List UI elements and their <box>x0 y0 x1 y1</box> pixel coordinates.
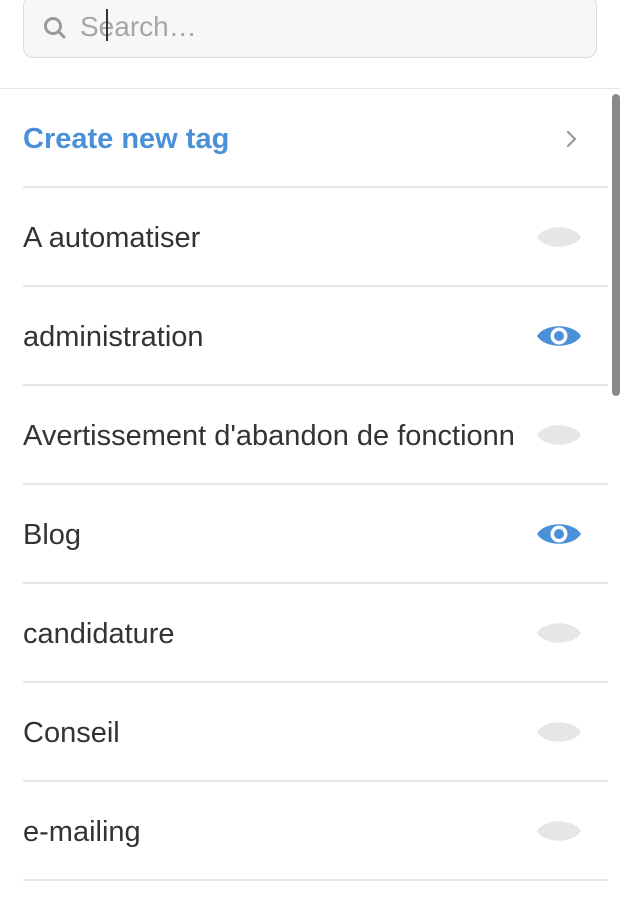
tag-label: Avertissement d'abandon de fonctionnalit… <box>23 420 513 452</box>
tag-label: Blog <box>23 519 82 551</box>
search-input[interactable] <box>80 7 580 47</box>
eye-icon[interactable] <box>535 221 583 253</box>
tag-row[interactable]: Blog <box>23 485 608 584</box>
tag-label: administration <box>23 321 204 353</box>
eye-icon[interactable] <box>535 716 583 748</box>
search-icon <box>44 17 66 39</box>
eye-outline <box>537 425 581 445</box>
tag-row[interactable]: administration <box>23 287 608 386</box>
tag-row[interactable]: Avertissement d'abandon de fonctionnalit… <box>23 386 608 485</box>
create-new-tag-label: Create new tag <box>23 123 230 155</box>
tag-label: e-mailing <box>23 816 141 848</box>
text-caret <box>106 9 108 41</box>
eye-outline <box>537 227 581 247</box>
tag-label: A automatiser <box>23 222 201 254</box>
tag-row[interactable]: A automatiser <box>23 188 608 287</box>
eye-outline <box>537 821 581 841</box>
eye-icon[interactable] <box>535 815 583 847</box>
eye-pupil <box>554 529 564 539</box>
eye-icon[interactable] <box>535 419 583 451</box>
chevron-right-icon <box>566 130 577 148</box>
tag-label: candidature <box>23 618 175 650</box>
scrollbar-thumb[interactable] <box>612 94 620 396</box>
tag-label: Conseil <box>23 717 120 749</box>
search-bar <box>0 0 620 89</box>
eye-icon[interactable] <box>535 617 583 649</box>
eye-pupil <box>554 331 564 341</box>
tag-row[interactable]: e-mailing <box>23 782 608 881</box>
tag-row[interactable]: candidature <box>23 584 608 683</box>
eye-outline <box>537 722 581 742</box>
eye-icon[interactable] <box>535 320 583 352</box>
eye-outline <box>537 623 581 643</box>
tag-list[interactable]: Create new tag A automatiser administrat… <box>0 89 620 910</box>
eye-icon[interactable] <box>535 518 583 550</box>
search-box[interactable] <box>23 0 597 58</box>
tag-row[interactable]: Conseil <box>23 683 608 782</box>
create-new-tag-row[interactable]: Create new tag <box>23 89 608 188</box>
